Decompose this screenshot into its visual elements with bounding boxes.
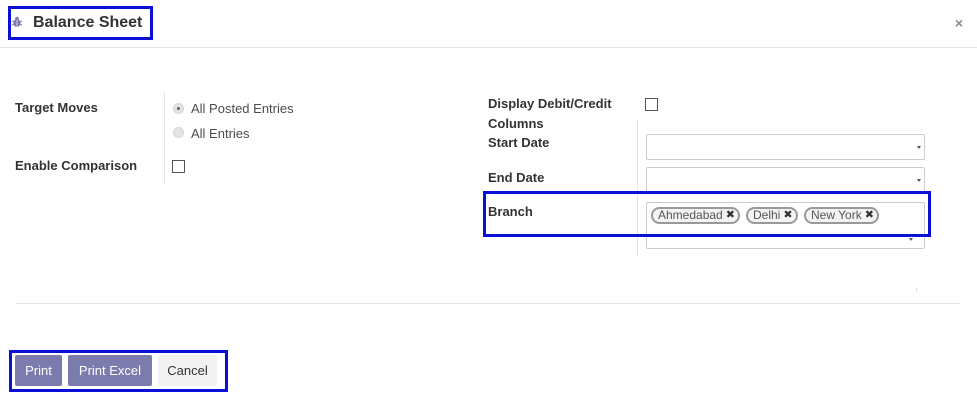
radio-all-posted-entries-label[interactable]: All Posted Entries — [191, 101, 294, 116]
print-button[interactable]: Print — [15, 355, 62, 386]
target-moves-label: Target Moves — [15, 100, 98, 115]
end-date-input[interactable] — [646, 167, 925, 193]
start-date-label: Start Date — [488, 135, 550, 150]
radio-all-entries-label[interactable]: All Entries — [191, 126, 250, 141]
resize-mark — [916, 288, 917, 292]
branch-highlight-box — [483, 191, 931, 237]
title-highlight-box — [8, 6, 153, 40]
enable-comparison-checkbox[interactable] — [172, 160, 185, 173]
footer-divider — [16, 303, 960, 304]
display-debit-credit-label-line2: Columns — [488, 116, 544, 131]
chevron-down-icon — [917, 179, 921, 182]
close-icon[interactable]: × — [952, 15, 966, 31]
chevron-down-icon — [909, 238, 913, 241]
radio-all-posted-entries[interactable] — [173, 103, 184, 114]
end-date-label: End Date — [488, 170, 545, 185]
display-debit-credit-label: Display Debit/Credit — [488, 96, 612, 111]
left-column-divider — [164, 92, 165, 184]
cancel-button[interactable]: Cancel — [158, 355, 217, 386]
radio-all-entries[interactable] — [173, 127, 184, 138]
enable-comparison-label: Enable Comparison — [15, 158, 138, 173]
chevron-down-icon — [917, 146, 921, 149]
print-excel-button[interactable]: Print Excel — [68, 355, 152, 386]
start-date-input[interactable] — [646, 134, 925, 160]
display-debit-credit-checkbox[interactable] — [645, 98, 658, 111]
